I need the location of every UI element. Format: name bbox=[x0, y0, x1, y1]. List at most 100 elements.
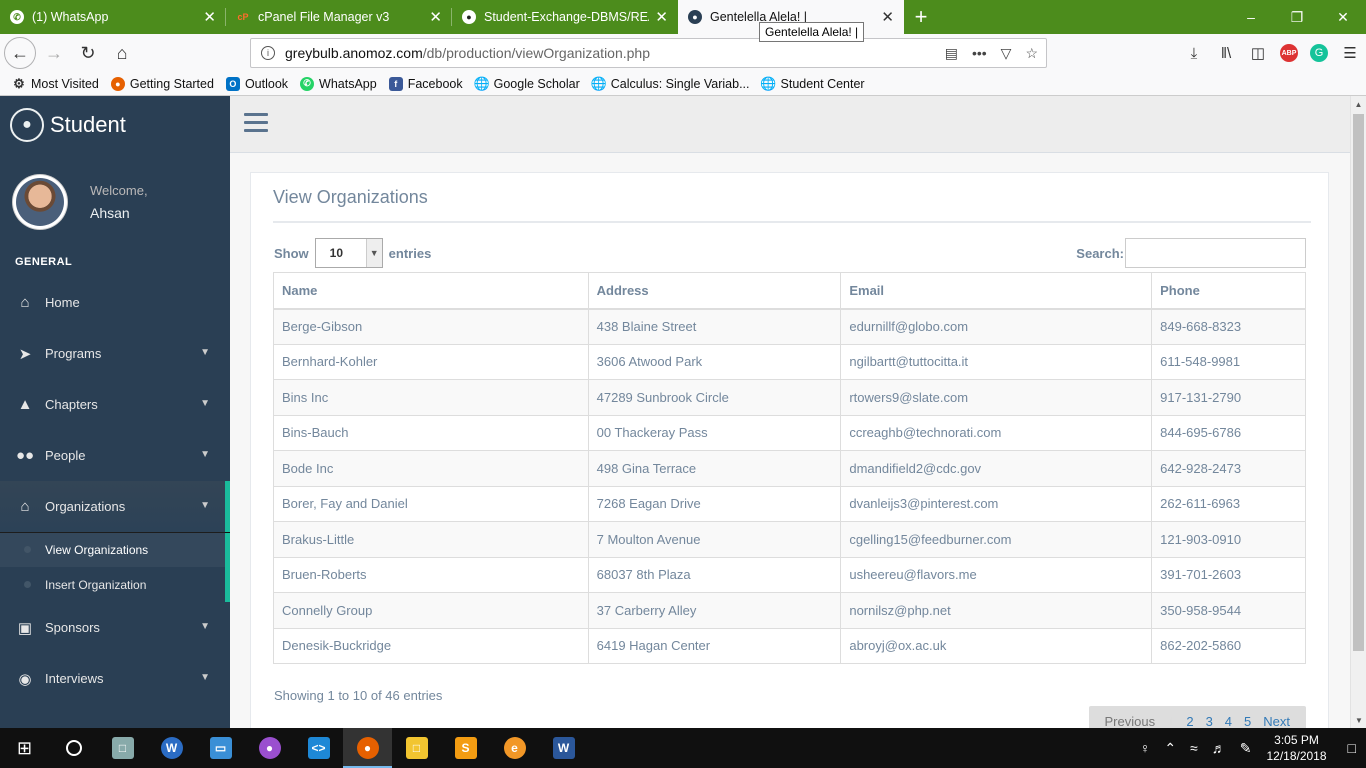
brand[interactable]: ● Student bbox=[0, 96, 230, 154]
bookmark-getting-started[interactable]: ● Getting Started bbox=[110, 76, 214, 91]
system-tray: ♀ ⌃ ≈ ♬ ✎ 3:05 PM 12/18/2018 □ bbox=[1133, 728, 1366, 768]
table-row[interactable]: Bruen-Roberts 68037 8th Plaza usheereu@fla… bbox=[273, 556, 1306, 593]
close-icon[interactable]: ✕ bbox=[203, 8, 216, 26]
sidebar-item-sponsors[interactable]: ▣ Sponsors ▼ bbox=[0, 602, 230, 653]
globe-icon: 🌐 bbox=[473, 75, 490, 91]
forward-button[interactable]: → bbox=[38, 37, 70, 69]
taskbar-app-vscode[interactable]: <> bbox=[294, 728, 343, 768]
column-header-phone[interactable]: Phone bbox=[1151, 272, 1306, 310]
cortana-button[interactable] bbox=[49, 728, 98, 768]
close-window-icon[interactable]: ✕ bbox=[1320, 0, 1366, 34]
column-header-name[interactable]: Name bbox=[273, 272, 589, 310]
table-row[interactable]: Bins Inc 47289 Sunbrook Circle rtowers9@sl… bbox=[273, 379, 1306, 416]
close-icon[interactable]: ✕ bbox=[881, 8, 894, 26]
new-tab-button[interactable]: + bbox=[904, 0, 938, 34]
minimize-icon[interactable]: – bbox=[1228, 0, 1274, 34]
download-icon[interactable]: ⤓ bbox=[1184, 45, 1204, 62]
next-button[interactable]: Next bbox=[1263, 714, 1290, 729]
scroll-thumb[interactable] bbox=[1353, 114, 1364, 651]
home-button[interactable]: ⌂ bbox=[106, 37, 138, 69]
taskbar-app-word[interactable]: W bbox=[539, 728, 588, 768]
sidebar-item-interviews[interactable]: ◉ Interviews ▼ bbox=[0, 653, 230, 704]
page-button-1[interactable]: 1 bbox=[1167, 714, 1174, 729]
start-button[interactable]: ⊞ bbox=[0, 728, 49, 768]
table-row[interactable]: Bode Inc 498 Gina Terrace dmandifield2@cdc… bbox=[273, 450, 1306, 487]
close-icon[interactable]: ✕ bbox=[655, 8, 668, 26]
bookmark-facebook[interactable]: f Facebook bbox=[388, 76, 463, 91]
tab-github[interactable]: ● Student-Exchange-DBMS/READ ✕ bbox=[452, 0, 678, 34]
submenu-insert-organization[interactable]: Insert Organization bbox=[0, 567, 225, 602]
library-icon[interactable]: ‖\ bbox=[1216, 45, 1236, 62]
search-input[interactable] bbox=[1125, 238, 1306, 268]
volume-icon[interactable]: ♬ bbox=[1212, 740, 1226, 756]
sidebar-item-programs[interactable]: ➤ Programs ▼ bbox=[0, 328, 230, 379]
scroll-up-icon[interactable]: ▲ bbox=[1351, 96, 1366, 112]
taskbar-app-file-explorer[interactable]: □ bbox=[392, 728, 441, 768]
table-row[interactable]: Borer, Fay and Daniel 7268 Eagan Drive dva… bbox=[273, 485, 1306, 522]
taskbar-app-sublime[interactable]: S bbox=[441, 728, 490, 768]
sidebar-item-chapters[interactable]: ▲ Chapters ▼ bbox=[0, 379, 230, 430]
bookmark-outlook[interactable]: O Outlook bbox=[225, 76, 288, 91]
sidebar-item-people[interactable]: ●● People ▼ bbox=[0, 430, 230, 481]
bookmark-whatsapp[interactable]: ✆ WhatsApp bbox=[300, 76, 377, 91]
page-scrollbar[interactable]: ▲ ▼ bbox=[1350, 96, 1366, 728]
taskbar-app-explorer-desk[interactable]: ▭ bbox=[196, 728, 245, 768]
adblock-icon[interactable]: ABP bbox=[1280, 44, 1298, 62]
pen-icon[interactable]: ✎ bbox=[1240, 740, 1252, 757]
table-row[interactable]: Connelly Group 37 Carberry Alley nornilsz@… bbox=[273, 592, 1306, 629]
network-icon[interactable]: ≈ bbox=[1190, 740, 1198, 756]
bookmark-calculus[interactable]: 🌐 Calculus: Single Variab... bbox=[591, 76, 750, 91]
firefox-icon: ● bbox=[356, 737, 379, 759]
scroll-down-icon[interactable]: ▼ bbox=[1351, 712, 1366, 728]
page-button-5[interactable]: 5 bbox=[1244, 714, 1251, 729]
taskbar-app-firefox[interactable]: ● bbox=[343, 728, 392, 768]
taskbar-app-paint[interactable]: □ bbox=[98, 728, 147, 768]
table-row[interactable]: Denesik-Buckridge 6419 Hagan Center abroyj… bbox=[273, 627, 1306, 664]
clock[interactable]: 3:05 PM 12/18/2018 bbox=[1266, 732, 1326, 764]
chevron-down-icon: ▼ bbox=[200, 398, 210, 409]
notifications-icon[interactable]: □ bbox=[1348, 740, 1356, 756]
reader-view-icon[interactable]: ▤ bbox=[945, 45, 958, 62]
info-icon[interactable]: i bbox=[261, 46, 275, 60]
tab-cpanel[interactable]: cP cPanel File Manager v3 ✕ bbox=[226, 0, 452, 34]
table-row[interactable]: Bins-Bauch 00 Thackeray Pass ccreaghb@tech… bbox=[273, 414, 1306, 451]
column-header-email[interactable]: Email bbox=[840, 272, 1153, 310]
url-bar[interactable]: i greybulb.anomoz.com/db/production/view… bbox=[250, 38, 1047, 68]
grammarly-icon[interactable]: G bbox=[1310, 44, 1328, 62]
chevron-up-icon[interactable]: ⌃ bbox=[1164, 740, 1176, 757]
previous-button[interactable]: Previous bbox=[1105, 714, 1156, 729]
page-button-3[interactable]: 3 bbox=[1206, 714, 1213, 729]
bookmark-star-icon[interactable]: ☆ bbox=[1025, 45, 1038, 62]
pocket-icon[interactable]: ▽ bbox=[1001, 45, 1012, 62]
table-row[interactable]: Berge-Gibson 438 Blaine Street edurnillf@g… bbox=[273, 308, 1306, 345]
cell-name: Connelly Group bbox=[273, 592, 589, 629]
sidebar-item-home[interactable]: ⌂ Home bbox=[0, 277, 230, 328]
bookmark-google-scholar[interactable]: 🌐 Google Scholar bbox=[473, 75, 580, 91]
submenu-view-organizations[interactable]: View Organizations bbox=[0, 532, 225, 567]
hamburger-menu-icon[interactable]: ☰ bbox=[1340, 44, 1360, 62]
people-icon[interactable]: ♀ bbox=[1140, 740, 1151, 756]
taskbar-app-wps[interactable]: W bbox=[147, 728, 196, 768]
bookmark-student-center[interactable]: 🌐 Student Center bbox=[760, 76, 864, 91]
menu-toggle-icon[interactable] bbox=[244, 113, 268, 137]
reload-button[interactable]: ↻ bbox=[72, 37, 104, 69]
table-row[interactable]: Bernhard-Kohler 3606 Atwood Park ngilbartt… bbox=[273, 343, 1306, 380]
page-length-select[interactable]: 10 ▼ bbox=[314, 238, 383, 268]
taskbar-app-github[interactable]: ● bbox=[245, 728, 294, 768]
column-header-address[interactable]: Address bbox=[587, 272, 842, 310]
table-row[interactable]: Brakus-Little 7 Moulton Avenue cgelling15@… bbox=[273, 521, 1306, 558]
more-icon[interactable]: ••• bbox=[972, 45, 987, 61]
page-button-4[interactable]: 4 bbox=[1225, 714, 1232, 729]
taskbar-app-edge[interactable]: e bbox=[490, 728, 539, 768]
sidebar-item-organizations[interactable]: ⌂ Organizations ▼ bbox=[0, 481, 230, 532]
tab-whatsapp[interactable]: ✆ (1) WhatsApp ✕ bbox=[0, 0, 226, 34]
back-button[interactable]: ← bbox=[4, 37, 36, 69]
close-icon[interactable]: ✕ bbox=[429, 8, 442, 26]
bookmark-most-visited[interactable]: ⚙ Most Visited bbox=[12, 76, 99, 91]
restore-icon[interactable]: ❐ bbox=[1274, 0, 1320, 34]
windows-icon: ⊞ bbox=[16, 737, 33, 758]
url-text[interactable]: greybulb.anomoz.com/db/production/viewOr… bbox=[285, 45, 650, 61]
page-button-2[interactable]: 2 bbox=[1186, 714, 1193, 729]
cell-address: 47289 Sunbrook Circle bbox=[587, 379, 842, 416]
sidebar-icon[interactable]: ◫ bbox=[1248, 44, 1268, 62]
